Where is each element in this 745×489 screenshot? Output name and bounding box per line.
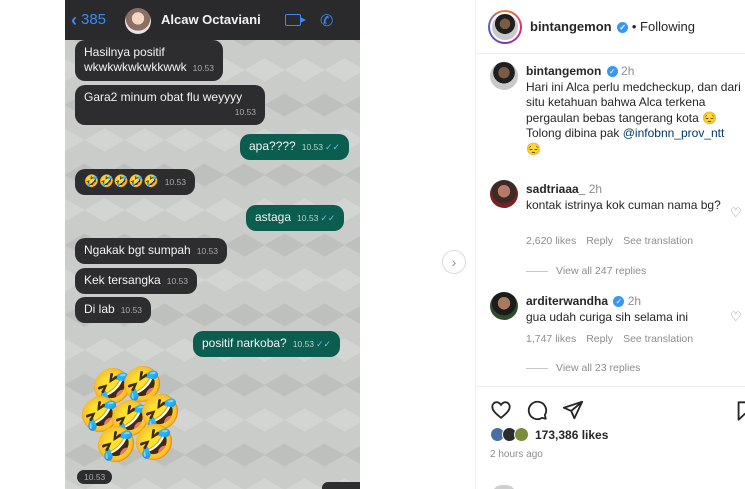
contact-name: Alcaw Octaviani [161,12,261,27]
see-translation-button[interactable]: See translation [623,235,693,247]
message-time: 10.53 [301,142,323,152]
divider [526,270,548,272]
heart-icon[interactable]: ♡ [730,206,742,219]
chat-screenshot: ‹ 385 Alcaw Octaviani ✆ Hasilnya positif… [65,0,360,489]
read-receipt-icon: ✓✓ [316,339,332,349]
comment-meta: 2,620 likes Reply See translation [526,235,693,247]
message-time: 10.53 [164,177,186,187]
comment-likes[interactable]: 2,620 likes [526,235,576,247]
see-translation-button[interactable]: See translation [623,333,693,345]
rofl-emoji: 🤣 [133,424,176,462]
chat-message-incoming: Ngakak bgt sumpah 10.53 [75,238,228,264]
post-panel: bintangemon ✓ • Following bintangemon ✓ … [475,0,745,489]
chat-message-incoming: Di lab 10.53 [75,297,151,323]
reply-button[interactable]: Reply [586,235,613,247]
verified-badge-icon: ✓ [617,22,629,34]
likes-count[interactable]: 173,386 likes [535,428,608,442]
post-header: bintangemon ✓ • Following [476,0,745,54]
message-text: Gara2 minum obat flu weyyyy [84,90,243,104]
message-time: 10.53 [77,470,113,484]
comment-text: gua udah curiga sih selama ini [526,309,689,324]
commenter-avatar[interactable] [490,180,518,208]
message-time: 10.53 [297,213,319,223]
rofl-emoji: 🤣 [95,426,138,464]
verified-badge-icon: ✓ [613,296,625,308]
phone-icon: ✆ [320,13,334,30]
view-replies-text[interactable]: View all 247 replies [556,265,646,277]
author-avatar[interactable] [490,62,518,90]
message-text: Hasilnya positif [84,45,165,59]
chat-header: ‹ 385 Alcaw Octaviani ✆ [65,0,360,40]
message-text: apa???? [249,139,296,153]
post-actions: 173,386 likes 2 hours ago [476,386,745,489]
chat-message-incoming: Kek tersangka 10.53 [75,268,197,294]
comment-body: arditerwandha ✓ 2h gua udah curiga sih s… [526,294,726,325]
contact-avatar [125,8,151,34]
reply-button[interactable]: Reply [586,333,613,345]
comment-icon[interactable] [526,399,548,421]
chat-bubble-partial [322,482,360,489]
message-text: astaga [255,210,292,224]
commenter-username[interactable]: sadtriaaa_ [526,182,585,196]
caption-age: 2h [621,64,635,78]
comment-meta: 1,747 likes Reply See translation [526,333,693,345]
read-receipt-icon: ✓✓ [320,213,336,223]
chat-message-incoming: Hasilnya positif wkwkwkwkwkkwwk 10.53 [75,40,223,81]
next-arrow-icon[interactable]: › [442,250,466,274]
post-timestamp: 2 hours ago [490,449,543,460]
message-text: wkwkwkwkwkkwwk [84,60,187,74]
heart-icon[interactable] [490,399,512,421]
post-media[interactable]: ‹ 385 Alcaw Octaviani ✆ Hasilnya positif… [0,0,475,489]
view-replies-text[interactable]: View all 23 replies [556,362,640,374]
chat-message-outgoing: astaga 10.53 ✓✓ [246,205,345,231]
author-avatar[interactable] [488,10,522,44]
share-icon[interactable] [562,399,584,421]
author-username[interactable]: bintangemon ✓ • Following [530,19,695,34]
chat-message-outgoing: apa???? 10.53 ✓✓ [240,134,350,160]
back-button: ‹ 385 [71,9,107,30]
verified-badge-icon: ✓ [606,66,618,78]
comment-text: kontak istrinya kok cuman nama bg? [526,197,721,212]
message-text: Di lab [84,302,115,316]
message-time: 10.53 [192,63,214,73]
message-text: positif narkoba? [202,336,287,350]
current-user-avatar [492,485,516,489]
view-replies-button[interactable]: View all 247 replies [526,265,646,277]
read-receipt-icon: ✓✓ [325,142,341,152]
caption-username[interactable]: bintangemon [526,64,601,78]
chat-message-outgoing: positif narkoba? 10.53 ✓✓ [193,331,341,357]
chat-message-incoming: Gara2 minum obat flu weyyyy 10.53 [75,85,265,125]
instagram-post-view: ‹ 385 Alcaw Octaviani ✆ Hasilnya positif… [0,0,745,489]
back-chevron-icon: ‹ [71,9,77,30]
comment-body: sadtriaaa_ 2h kontak istrinya kok cuman … [526,182,726,213]
message-time: 10.53 [166,276,188,286]
likes-row[interactable]: 173,386 likes [490,427,608,442]
caption-mention-link[interactable]: @infobnn_prov_ntt [623,126,725,140]
bookmark-icon[interactable] [734,400,745,422]
following-button[interactable]: • Following [632,19,695,34]
chat-message-incoming: 🤣🤣🤣🤣🤣 10.53 [75,169,195,195]
view-replies-button[interactable]: View all 23 replies [526,362,640,374]
message-time: 10.53 [234,107,256,117]
commenter-avatar[interactable] [490,292,518,320]
back-count: 385 [81,11,107,28]
message-text: Ngakak bgt sumpah [84,243,191,257]
commenter-username[interactable]: arditerwandha [526,294,608,308]
message-text: Kek tersangka [84,273,161,287]
message-time: 10.53 [120,305,142,315]
message-text: 🤣🤣🤣🤣🤣 [84,174,159,188]
message-time: 10.53 [292,339,315,349]
video-call-icon [285,14,306,26]
action-icons [490,399,584,421]
liker-avatar [514,427,529,442]
username-text[interactable]: bintangemon [530,19,612,34]
message-time: 10.53 [196,246,219,256]
heart-icon[interactable]: ♡ [730,310,742,323]
divider [526,367,548,369]
caption-emoji: 😔 [526,141,541,156]
comment-age: 2h [627,294,642,308]
caption-text-block: bintangemon ✓ 2h Hari ini Alca perlu med… [526,64,741,157]
comment-age: 2h [588,182,603,196]
comment-likes[interactable]: 1,747 likes [526,333,576,345]
